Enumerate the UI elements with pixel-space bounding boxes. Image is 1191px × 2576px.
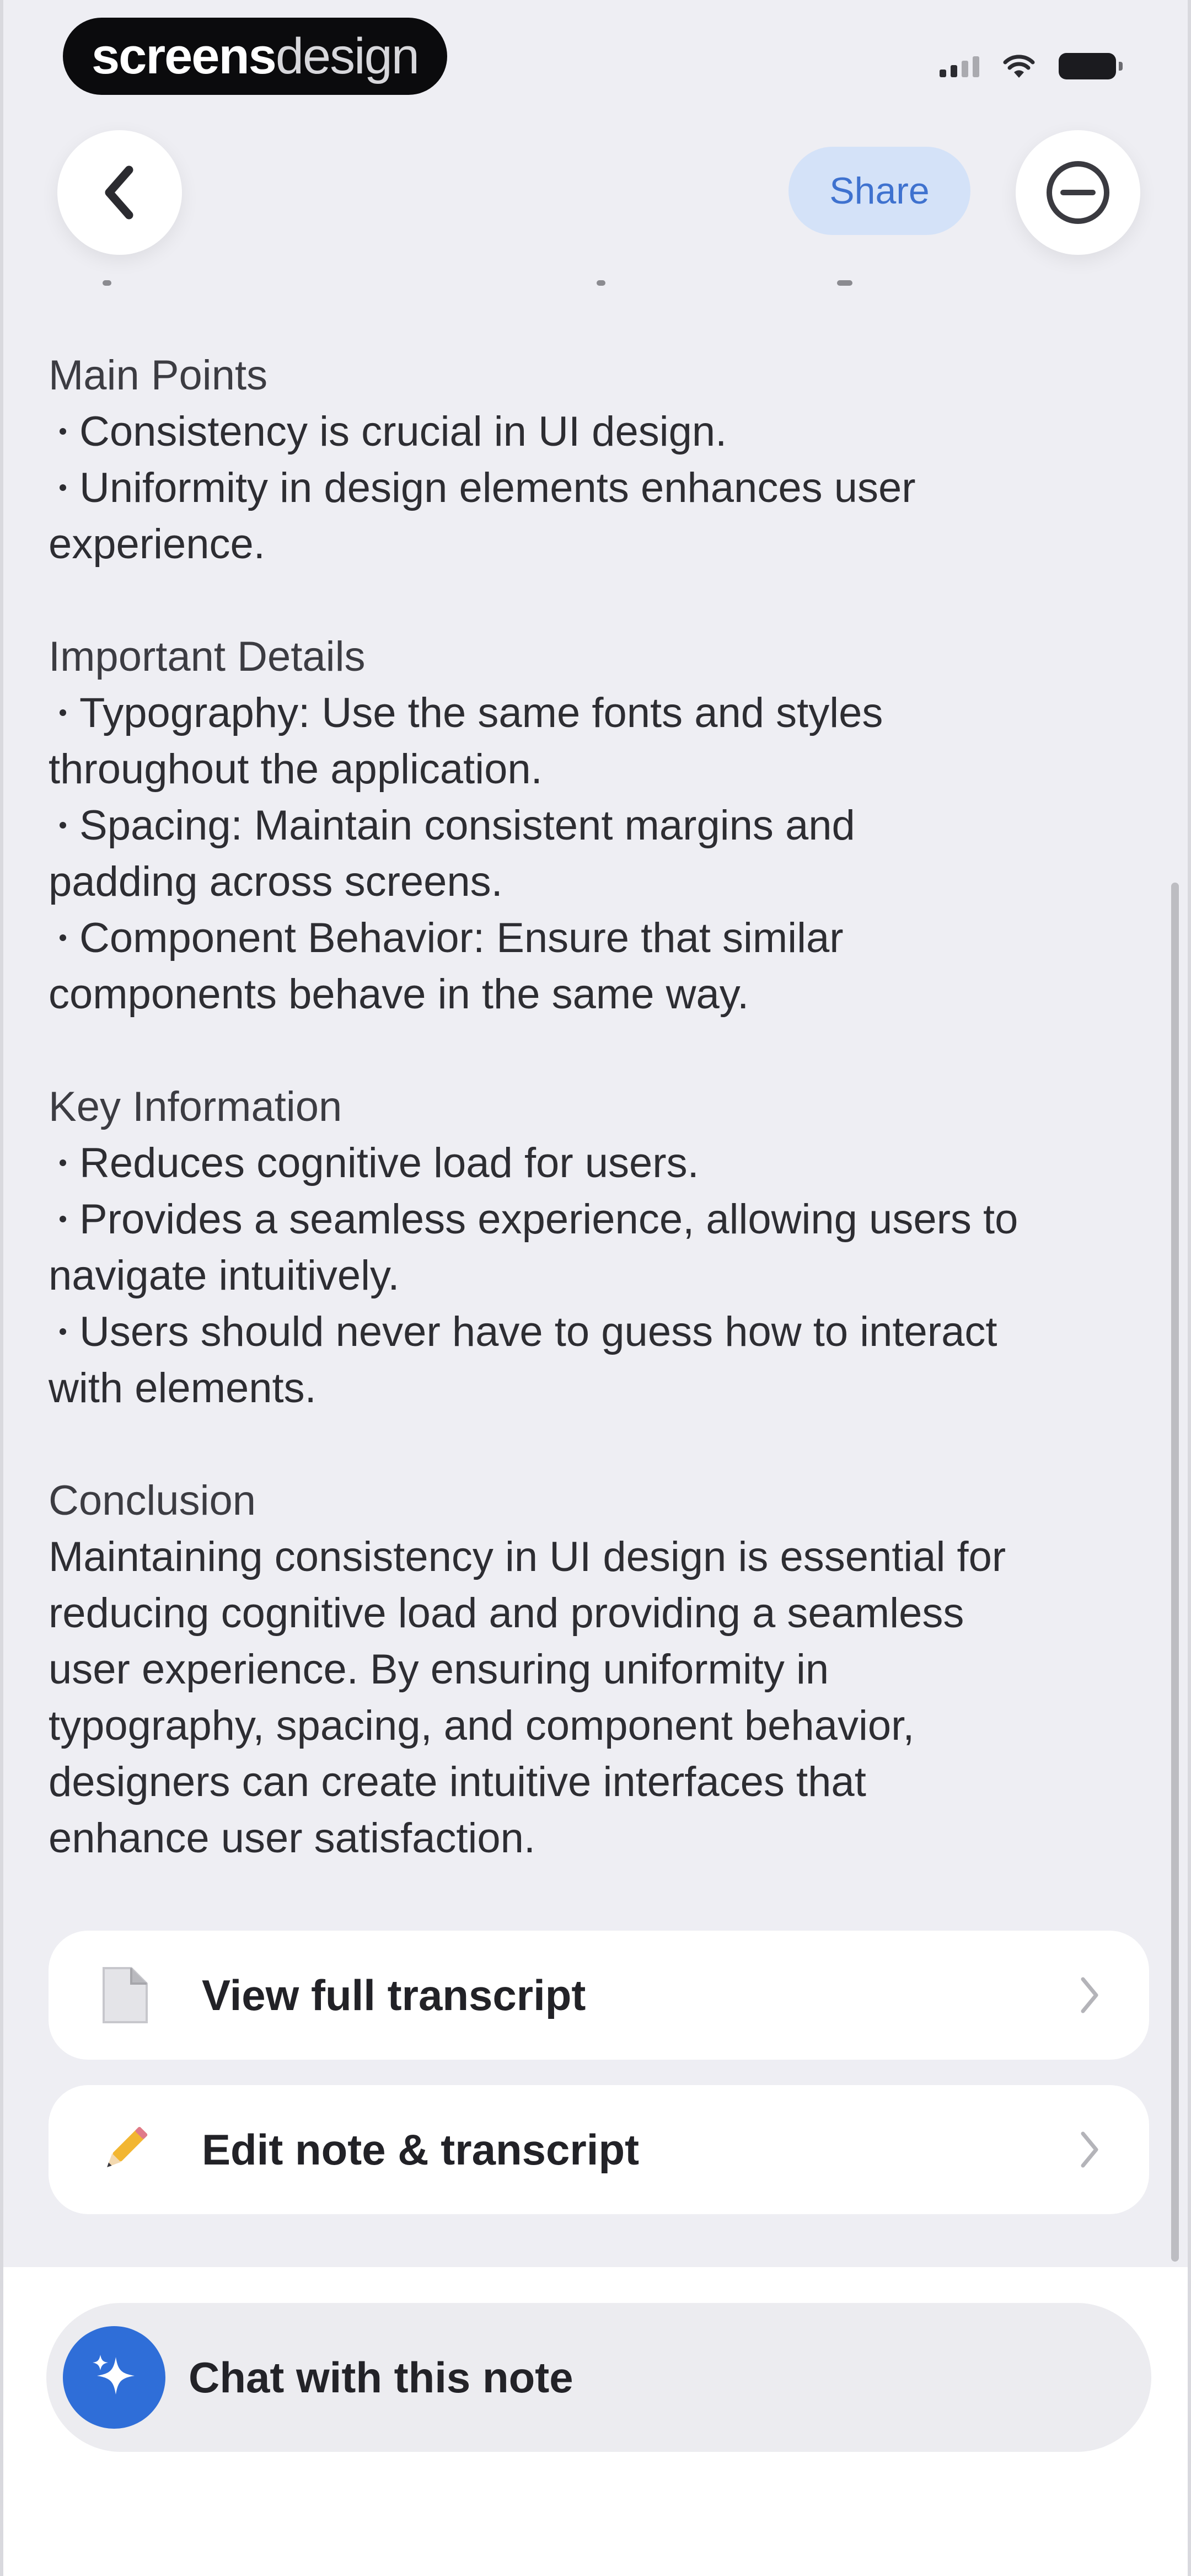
status-icons — [940, 53, 1123, 79]
important-details-section: Important Details Typography: Use the sa… — [49, 629, 1151, 1023]
wifi-icon — [1002, 54, 1036, 79]
scrolled-content-remnant — [597, 280, 605, 286]
edit-note-label: Edit note & transcript — [202, 2125, 640, 2174]
battery-icon — [1059, 53, 1123, 79]
cellular-signal-icon — [940, 55, 979, 77]
section-title: Conclusion — [49, 1477, 256, 1524]
conclusion-section: Conclusion Maintaining consistency in UI… — [49, 1473, 1151, 1867]
share-button[interactable]: Share — [788, 147, 970, 235]
document-icon — [92, 1962, 158, 2028]
section-title: Key Information — [49, 1083, 342, 1130]
sparkles-icon — [63, 2326, 165, 2429]
chat-with-note-button[interactable]: Chat with this note — [46, 2303, 1151, 2452]
conclusion-text: Maintaining consistency in UI design is … — [49, 1533, 1006, 1862]
chevron-left-icon — [105, 165, 133, 220]
minus-circle-icon — [1047, 161, 1109, 224]
bullet-item: Typography: Use the same fonts and style… — [49, 690, 883, 793]
chat-with-note-label: Chat with this note — [189, 2353, 573, 2402]
view-transcript-label: View full transcript — [202, 1970, 586, 2019]
status-bar: screens design — [3, 0, 1188, 110]
chevron-right-icon — [1079, 2129, 1101, 2170]
scrollbar[interactable] — [1171, 883, 1179, 2262]
chevron-right-icon — [1079, 1975, 1101, 2016]
pencil-icon — [92, 2117, 158, 2183]
section-title: Main Points — [49, 352, 268, 399]
screensdesign-logo: screens design — [63, 18, 447, 95]
note-screen: screens design Share Main Points Consist… — [0, 0, 1191, 2576]
note-summary: Main Points Consistency is crucial in UI… — [49, 348, 1151, 1923]
scrolled-content-remnant — [103, 280, 111, 286]
key-information-section: Key Information Reduces cognitive load f… — [49, 1079, 1151, 1417]
edit-note-row[interactable]: Edit note & transcript — [49, 2085, 1149, 2214]
bullet-item: Provides a seamless experience, allowing… — [49, 1196, 1018, 1299]
logo-light-text: design — [275, 28, 420, 84]
bullet-item: Uniformity in design elements enhances u… — [49, 464, 916, 568]
back-button[interactable] — [57, 130, 182, 255]
logo-bold-text: screens — [92, 28, 277, 84]
bullet-item: Spacing: Maintain consistent margins and… — [49, 802, 855, 905]
bullet-item: Reduces cognitive load for users. — [49, 1135, 1151, 1191]
scrolled-content-remnant — [837, 280, 852, 286]
bullet-item: Users should never have to guess how to … — [49, 1308, 997, 1412]
view-transcript-row[interactable]: View full transcript — [49, 1931, 1149, 2060]
main-points-section: Main Points Consistency is crucial in UI… — [49, 348, 1151, 573]
section-title: Important Details — [49, 633, 366, 680]
bullet-item: Consistency is crucial in UI design. — [49, 404, 1151, 460]
more-options-button[interactable] — [1016, 130, 1140, 255]
bullet-item: Component Behavior: Ensure that similar c… — [49, 915, 844, 1018]
